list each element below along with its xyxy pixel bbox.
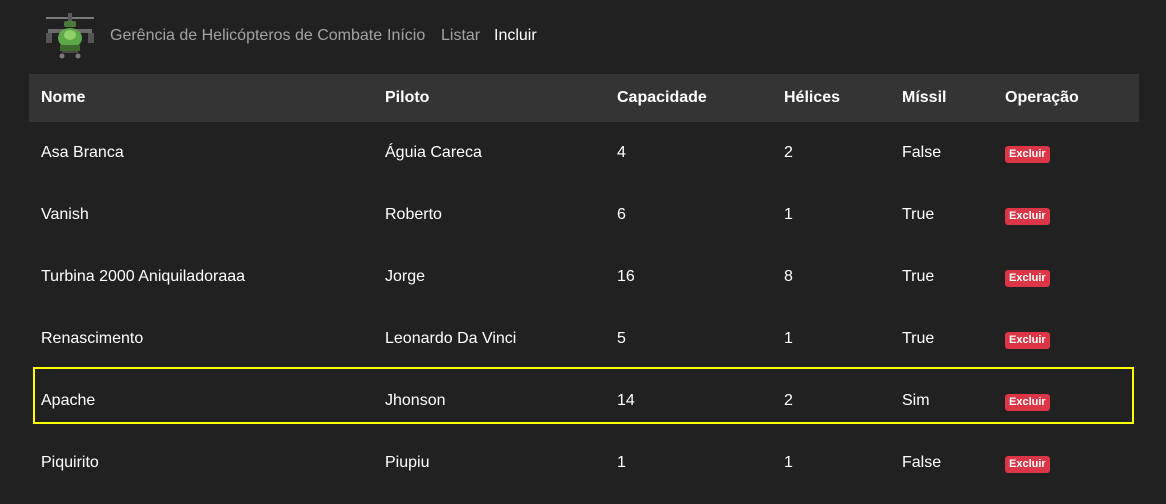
navbar: Gerência de Helicópteros de Combate Iníc…	[0, 0, 1166, 72]
cell-capacidade: 14	[617, 392, 635, 409]
table-row: Vanish Roberto 6 1 True Excluir	[29, 184, 1139, 246]
cell-missil: True	[902, 330, 935, 347]
helicopter-table: Nome Piloto Capacidade Hélices Míssil Op…	[29, 74, 1139, 494]
cell-operacao: Excluir	[993, 308, 1139, 370]
nav-link-inicio[interactable]: Início	[387, 27, 425, 45]
cell-nome: Piquirito	[41, 454, 99, 471]
cell-capacidade: 16	[617, 268, 635, 285]
cell-operacao: Excluir	[993, 122, 1139, 184]
cell-piloto: Jhonson	[385, 392, 446, 409]
cell-piloto: Águia Careca	[385, 144, 482, 161]
nav-link-incluir[interactable]: Incluir	[494, 27, 537, 45]
header-missil: Míssil	[890, 74, 993, 122]
cell-missil: False	[902, 454, 942, 471]
cell-capacidade: 6	[617, 206, 626, 223]
cell-operacao: Excluir	[993, 246, 1139, 308]
table-row: Apache Jhonson 14 2 Sim Excluir	[29, 370, 1139, 432]
header-operacao: Operação	[993, 74, 1139, 122]
delete-button[interactable]: Excluir	[1005, 393, 1050, 411]
cell-missil: Sim	[902, 392, 930, 409]
table-row: Renascimento Leonardo Da Vinci 5 1 True …	[29, 308, 1139, 370]
table-row: Asa Branca Águia Careca 4 2 False Exclui…	[29, 122, 1139, 184]
delete-button[interactable]: Excluir	[1005, 269, 1050, 287]
cell-operacao: Excluir	[993, 184, 1139, 246]
cell-nome: Turbina 2000 Aniquiladoraaa	[41, 268, 246, 285]
cell-helices: 1	[784, 454, 793, 471]
delete-button[interactable]: Excluir	[1005, 207, 1050, 225]
cell-nome: Apache	[41, 392, 96, 409]
cell-piloto: Jorge	[385, 268, 426, 285]
table-header-row: Nome Piloto Capacidade Hélices Míssil Op…	[29, 74, 1139, 122]
delete-button[interactable]: Excluir	[1005, 331, 1050, 349]
header-nome: Nome	[29, 74, 373, 122]
cell-missil: True	[902, 206, 935, 223]
cell-operacao: Excluir	[993, 432, 1139, 494]
cell-capacidade: 1	[617, 454, 626, 471]
cell-piloto: Roberto	[385, 206, 442, 223]
table-row: Turbina 2000 Aniquiladoraaa Jorge 16 8 T…	[29, 246, 1139, 308]
cell-missil: True	[902, 268, 935, 285]
cell-operacao: Excluir	[993, 370, 1139, 432]
delete-button[interactable]: Excluir	[1005, 455, 1050, 473]
cell-nome: Asa Branca	[41, 144, 124, 161]
cell-helices: 2	[784, 392, 793, 409]
cell-capacidade: 4	[617, 144, 626, 161]
cell-missil: False	[902, 144, 942, 161]
header-capacidade: Capacidade	[605, 74, 772, 122]
cell-helices: 1	[784, 206, 793, 223]
cell-nome: Renascimento	[41, 330, 144, 347]
brand-title[interactable]: Gerência de Helicópteros de Combate	[110, 27, 382, 45]
cell-nome: Vanish	[41, 206, 89, 223]
cell-helices: 2	[784, 144, 793, 161]
helicopter-icon[interactable]	[42, 11, 98, 61]
cell-helices: 1	[784, 330, 793, 347]
header-piloto: Piloto	[373, 74, 605, 122]
nav-link-listar[interactable]: Listar	[441, 27, 480, 45]
header-helices: Hélices	[772, 74, 890, 122]
table-row: Piquirito Piupiu 1 1 False Excluir	[29, 432, 1139, 494]
cell-piloto: Leonardo Da Vinci	[385, 330, 517, 347]
delete-button[interactable]: Excluir	[1005, 145, 1050, 163]
cell-capacidade: 5	[617, 330, 626, 347]
cell-helices: 8	[784, 268, 793, 285]
cell-piloto: Piupiu	[385, 454, 430, 471]
